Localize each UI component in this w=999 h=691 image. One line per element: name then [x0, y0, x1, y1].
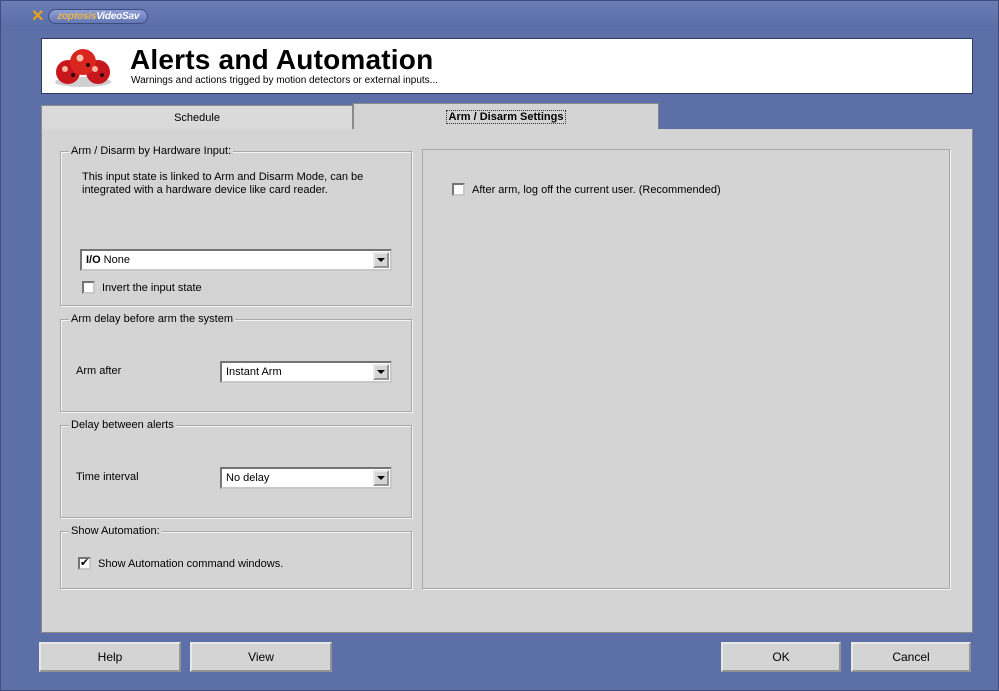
arm-options-panel	[422, 149, 950, 589]
hardware-input-legend: Arm / Disarm by Hardware Input:	[69, 145, 234, 157]
automation-legend: Show Automation:	[69, 525, 162, 537]
logo-mark-icon: ✕	[31, 8, 45, 25]
tab-schedule[interactable]: Schedule	[41, 105, 353, 129]
invert-input-label: Invert the input state	[102, 281, 202, 294]
arm-after-select[interactable]: Instant Arm	[220, 361, 392, 383]
page-subtitle: Warnings and actions trigged by motion d…	[131, 75, 439, 86]
page-title: Alerts and Automation	[130, 44, 434, 75]
logoff-user-label: After arm, log off the current user. (Re…	[472, 183, 721, 196]
alert-delay-legend: Delay between alerts	[69, 419, 176, 431]
chevron-down-icon[interactable]	[373, 252, 389, 268]
app-logo: ✕ zoptosis VideoSav	[31, 6, 149, 26]
time-interval-label: Time interval	[76, 471, 139, 483]
show-automation-checkbox[interactable]: Show Automation command windows.	[78, 556, 284, 570]
hardware-input-description: This input state is linked to Arm and Di…	[82, 171, 364, 196]
logoff-user-box[interactable]	[452, 183, 465, 196]
time-interval-value: No delay	[226, 472, 270, 484]
io-input-select[interactable]: I/O None	[80, 249, 392, 271]
tab-arm-disarm-settings[interactable]: Arm / Disarm Settings	[353, 103, 659, 130]
ok-button[interactable]: OK	[721, 642, 841, 672]
chevron-down-icon[interactable]	[373, 364, 389, 380]
brand-part1: zoptosis	[57, 10, 97, 22]
invert-input-box[interactable]	[82, 281, 95, 294]
arm-delay-legend: Arm delay before arm the system	[69, 313, 236, 325]
brand-part2: VideoSav	[96, 10, 140, 22]
page-header: Alerts and Automation Warnings and actio…	[41, 38, 973, 94]
help-button[interactable]: Help	[39, 642, 181, 672]
show-automation-label: Show Automation command windows.	[98, 557, 284, 570]
time-interval-select[interactable]: No delay	[220, 467, 392, 489]
tab-schedule-label: Schedule	[174, 111, 220, 124]
arm-after-value: Instant Arm	[226, 366, 282, 378]
arm-after-label: Arm after	[76, 365, 122, 377]
show-automation-box[interactable]	[78, 556, 91, 570]
title-bar: ✕ zoptosis VideoSav	[1, 1, 998, 31]
cancel-button[interactable]: Cancel	[851, 642, 971, 672]
io-input-value: None	[103, 254, 130, 266]
tab-content-panel: Arm / Disarm by Hardware Input: This inp…	[41, 129, 973, 633]
tab-arm-disarm-label: Arm / Disarm Settings	[445, 110, 567, 124]
chevron-down-icon[interactable]	[373, 470, 389, 486]
invert-input-checkbox[interactable]: Invert the input state	[82, 281, 202, 294]
app-window: ✕ zoptosis VideoSav Alerts and Automatio…	[0, 0, 999, 691]
io-prefix: I/O	[86, 254, 101, 266]
alerts-automation-icon	[55, 49, 111, 87]
view-button[interactable]: View	[190, 642, 332, 672]
logoff-user-checkbox[interactable]: After arm, log off the current user. (Re…	[452, 183, 721, 196]
